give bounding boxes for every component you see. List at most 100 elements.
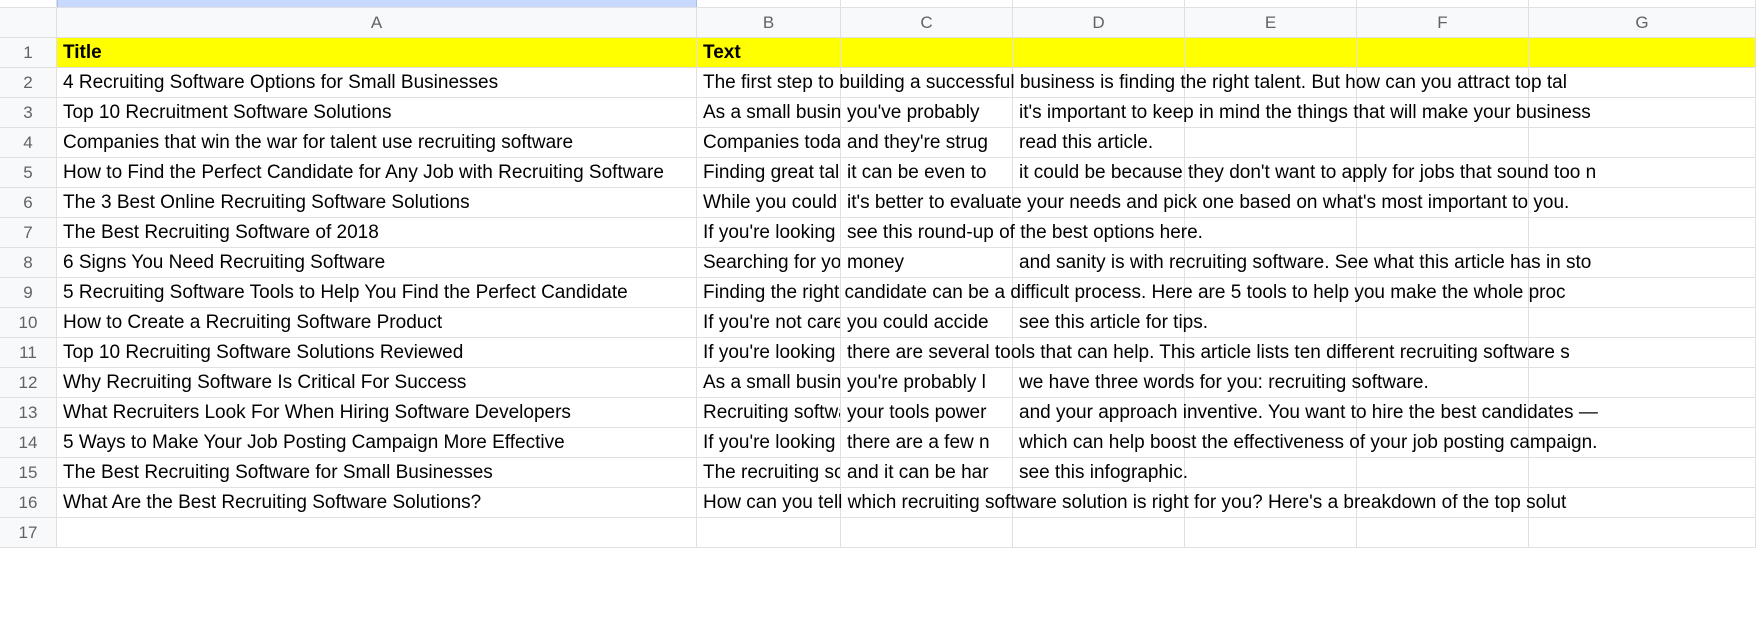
row-header-1[interactable]: 1 [0,38,57,68]
cell-B10[interactable]: If you're not care [697,308,841,338]
cell-D15[interactable]: see this infographic. [1013,458,1185,488]
cell-F1[interactable] [1357,38,1529,68]
cell-A5[interactable]: How to Find the Perfect Candidate for An… [57,158,697,188]
cell-A9[interactable]: 5 Recruiting Software Tools to Help You … [57,278,697,308]
cell-D10[interactable]: see this article for tips. [1013,308,1185,338]
cell-C10[interactable]: you could accide [841,308,1013,338]
row-header-13[interactable]: 13 [0,398,57,428]
row-header-7[interactable]: 7 [0,218,57,248]
row-header-4[interactable]: 4 [0,128,57,158]
cell-D4[interactable]: read this article. [1013,128,1185,158]
col-header-G[interactable]: G [1529,8,1756,38]
cell-B6[interactable]: While you could [697,188,841,218]
cell-C3[interactable]: you've probably [841,98,1013,128]
row-header-6[interactable]: 6 [0,188,57,218]
cell-F4[interactable] [1357,128,1529,158]
cell-D17[interactable] [1013,518,1185,548]
cell-F10[interactable] [1357,308,1529,338]
cell-A4[interactable]: Companies that win the war for talent us… [57,128,697,158]
cell-B5[interactable]: Finding great tal [697,158,841,188]
cell-B17[interactable] [697,518,841,548]
cell-G12[interactable] [1529,368,1756,398]
cell-A7[interactable]: The Best Recruiting Software of 2018 [57,218,697,248]
cell-D12[interactable]: we have three words for you: recruiting … [1013,368,1185,398]
col-header-E[interactable]: E [1185,8,1357,38]
col-header-B[interactable]: B [697,8,841,38]
cell-A1[interactable]: Title [57,38,697,68]
row-header-5[interactable]: 5 [0,158,57,188]
col-header-D[interactable]: D [1013,8,1185,38]
cell-A10[interactable]: How to Create a Recruiting Software Prod… [57,308,697,338]
select-all-corner[interactable] [0,8,57,38]
cell-G10[interactable] [1529,308,1756,338]
cell-C4[interactable]: and they're strug [841,128,1013,158]
cell-D8[interactable]: and sanity is with recruiting software. … [1013,248,1185,278]
row-header-2[interactable]: 2 [0,68,57,98]
cell-B9[interactable]: Finding the right candidate can be a dif… [697,278,841,308]
row-header-17[interactable]: 17 [0,518,57,548]
cell-B16[interactable]: How can you tell which recruiting softwa… [697,488,841,518]
cell-D3[interactable]: it's important to keep in mind the thing… [1013,98,1185,128]
cell-B11[interactable]: If you're looking [697,338,841,368]
col-header-F[interactable]: F [1357,8,1529,38]
cell-G4[interactable] [1529,128,1756,158]
cell-B7[interactable]: If you're looking [697,218,841,248]
cell-E7[interactable] [1185,218,1357,248]
cell-A12[interactable]: Why Recruiting Software Is Critical For … [57,368,697,398]
row-header-15[interactable]: 15 [0,458,57,488]
cell-B4[interactable]: Companies toda [697,128,841,158]
cell-B2[interactable]: The first step to building a successful … [697,68,841,98]
cell-C7[interactable]: see this round-up of the best options he… [841,218,1013,248]
cell-D13[interactable]: and your approach inventive. You want to… [1013,398,1185,428]
spreadsheet-grid[interactable]: A B C D E F G 1TitleText 24 Recruiting So… [0,0,1756,548]
row-header-12[interactable]: 12 [0,368,57,398]
col-header-C[interactable]: C [841,8,1013,38]
cell-A15[interactable]: The Best Recruiting Software for Small B… [57,458,697,488]
cell-G7[interactable] [1529,218,1756,248]
row-header-3[interactable]: 3 [0,98,57,128]
cell-F7[interactable] [1357,218,1529,248]
row-header-9[interactable]: 9 [0,278,57,308]
cell-E4[interactable] [1185,128,1357,158]
cell-C12[interactable]: you're probably l [841,368,1013,398]
cell-C14[interactable]: there are a few n [841,428,1013,458]
cell-C1[interactable] [841,38,1013,68]
cell-B1[interactable]: Text [697,38,841,68]
row-header-8[interactable]: 8 [0,248,57,278]
cell-C15[interactable]: and it can be har [841,458,1013,488]
cell-A11[interactable]: Top 10 Recruiting Software Solutions Rev… [57,338,697,368]
cell-A8[interactable]: 6 Signs You Need Recruiting Software [57,248,697,278]
cell-A16[interactable]: What Are the Best Recruiting Software So… [57,488,697,518]
cell-B8[interactable]: Searching for yo [697,248,841,278]
cell-A17[interactable] [57,518,697,548]
cell-D1[interactable] [1013,38,1185,68]
col-header-A[interactable]: A [57,8,697,38]
row-header-14[interactable]: 14 [0,428,57,458]
row-header-10[interactable]: 10 [0,308,57,338]
cell-F17[interactable] [1357,518,1529,548]
cell-D5[interactable]: it could be because they don't want to a… [1013,158,1185,188]
cell-A14[interactable]: 5 Ways to Make Your Job Posting Campaign… [57,428,697,458]
cell-A3[interactable]: Top 10 Recruitment Software Solutions [57,98,697,128]
cell-D14[interactable]: which can help boost the effectiveness o… [1013,428,1185,458]
cell-G1[interactable] [1529,38,1756,68]
cell-B15[interactable]: The recruiting so [697,458,841,488]
cell-B13[interactable]: Recruiting softwa [697,398,841,428]
cell-A2[interactable]: 4 Recruiting Software Options for Small … [57,68,697,98]
cell-G15[interactable] [1529,458,1756,488]
row-header-16[interactable]: 16 [0,488,57,518]
cell-E17[interactable] [1185,518,1357,548]
cell-E10[interactable] [1185,308,1357,338]
row-header-11[interactable]: 11 [0,338,57,368]
cell-C8[interactable]: money [841,248,1013,278]
cell-A6[interactable]: The 3 Best Online Recruiting Software So… [57,188,697,218]
cell-B3[interactable]: As a small busin [697,98,841,128]
cell-G17[interactable] [1529,518,1756,548]
cell-C6[interactable]: it's better to evaluate your needs and p… [841,188,1013,218]
cell-A13[interactable]: What Recruiters Look For When Hiring Sof… [57,398,697,428]
cell-E15[interactable] [1185,458,1357,488]
cell-B14[interactable]: If you're looking [697,428,841,458]
cell-C5[interactable]: it can be even to [841,158,1013,188]
cell-B12[interactable]: As a small busin [697,368,841,398]
cell-E1[interactable] [1185,38,1357,68]
